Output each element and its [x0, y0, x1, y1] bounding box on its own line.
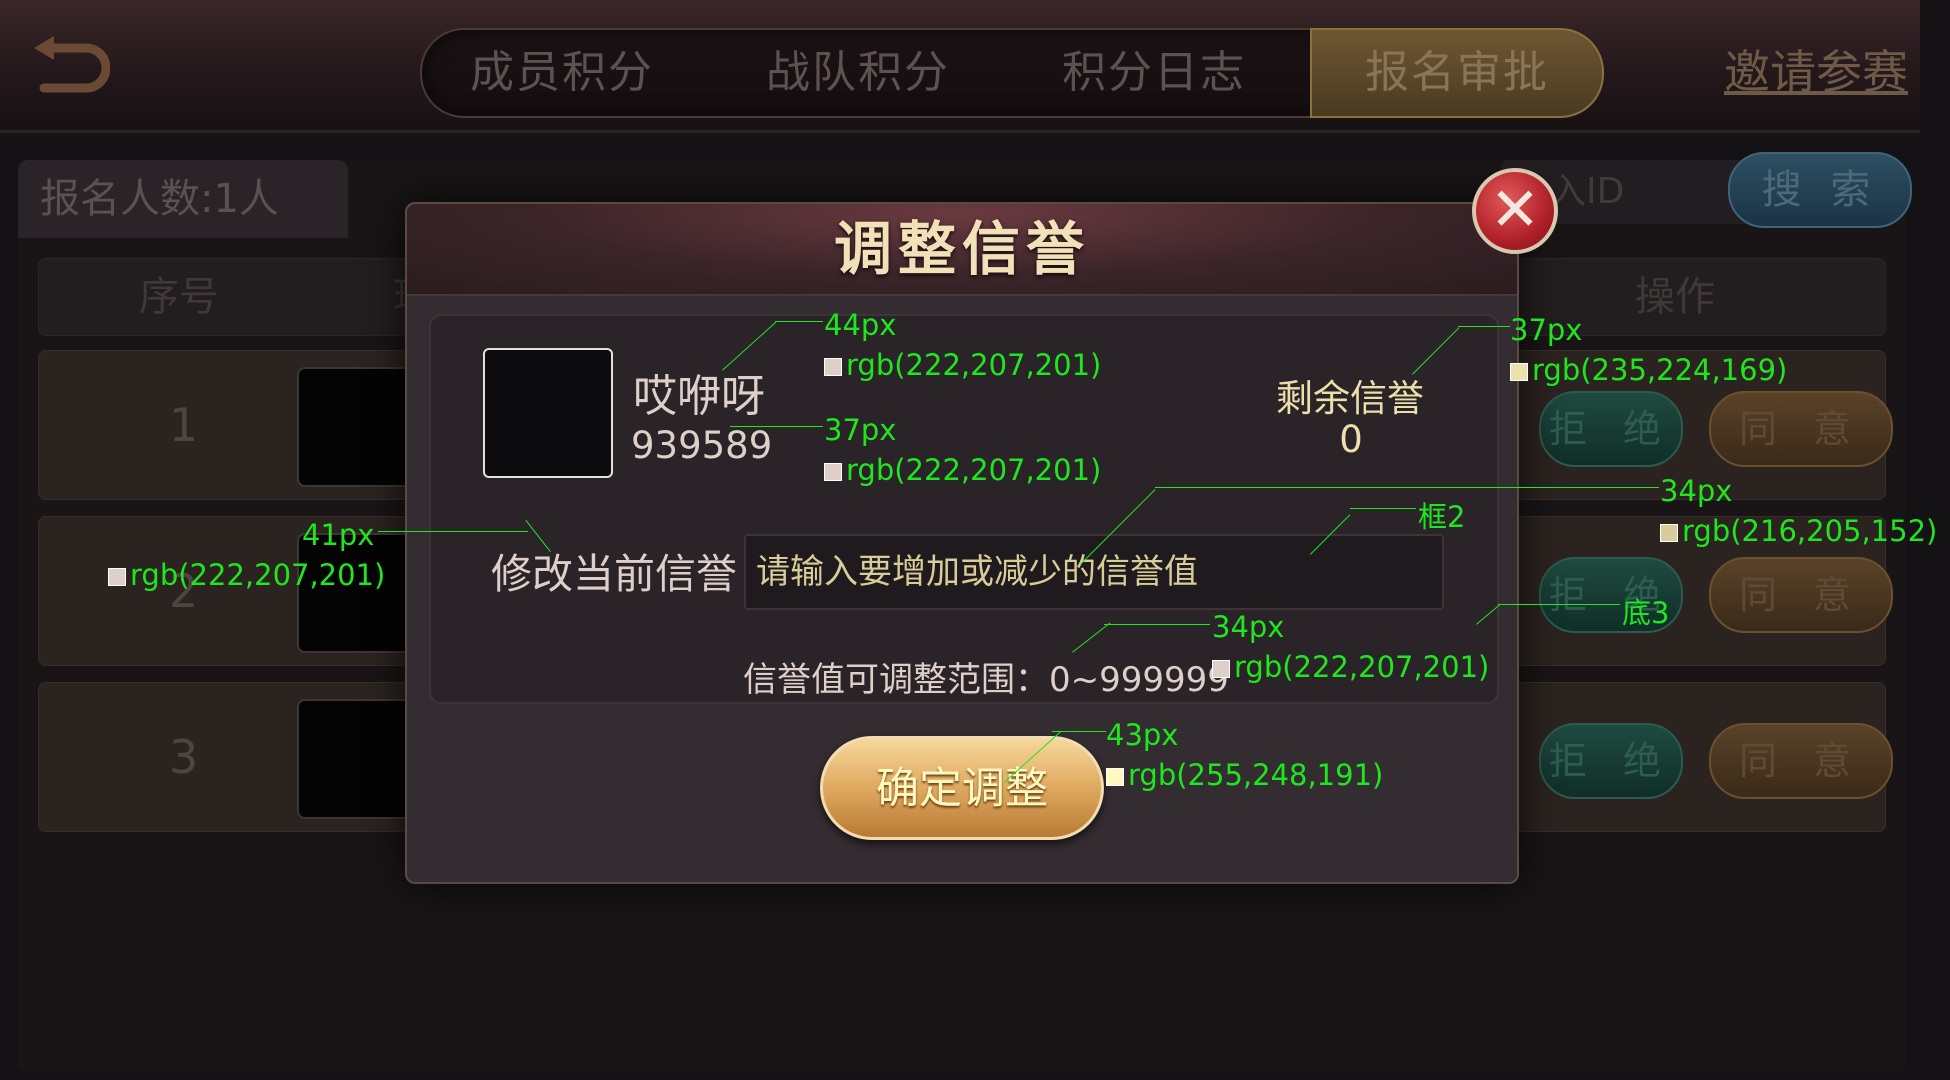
annotation-modify-color-text: rgb(222,207,201): [130, 558, 386, 592]
column-action: 操作: [1635, 274, 1715, 320]
annotation-input-color-text: rgb(216,205,152): [1682, 514, 1938, 548]
annotation-confirm-color: rgb(255,248,191): [1106, 758, 1383, 792]
user-name: 哎咿呀: [633, 371, 765, 422]
annotation-name-color-text: rgb(222,207,201): [846, 348, 1102, 382]
annotation-name-size: 44px: [824, 308, 897, 342]
annotation-modify-size: 41px: [302, 518, 375, 552]
color-swatch: [1510, 363, 1528, 381]
row-index: 3: [169, 730, 199, 784]
reject-button[interactable]: 拒 绝: [1539, 391, 1683, 467]
annotation-confirm-color-text: rgb(255,248,191): [1128, 758, 1384, 792]
annotation-range-color-text: rgb(222,207,201): [1234, 650, 1490, 684]
agree-button[interactable]: 同 意: [1709, 723, 1893, 799]
annotation-bottom-tag: 底3: [1622, 596, 1670, 630]
color-swatch: [1212, 660, 1230, 678]
remaining-credit-value: 0: [1339, 418, 1363, 461]
credit-range-hint: 信誉值可调整范围：0~999999: [743, 660, 1229, 700]
annotation-modify-color: rgb(222,207,201): [108, 558, 385, 592]
credit-amount-input[interactable]: [744, 534, 1444, 610]
annotation-id-color: rgb(222,207,201): [824, 453, 1101, 487]
annotation-remain-size: 37px: [1510, 313, 1583, 347]
annotation-range-color: rgb(222,207,201): [1212, 650, 1489, 684]
reject-button[interactable]: 拒 绝: [1539, 723, 1683, 799]
annotation-leader: [1104, 624, 1210, 625]
tab-team-points[interactable]: 战队积分: [718, 30, 998, 116]
signup-count: 报名人数:1人: [18, 160, 348, 238]
color-swatch: [108, 568, 126, 586]
avatar: [297, 367, 417, 487]
back-arrow-icon[interactable]: [30, 34, 111, 100]
top-bar: 成员积分 战队积分 积分日志 报名审批 邀请参赛: [0, 0, 1920, 133]
annotation-frame-tag: 框2: [1418, 500, 1466, 534]
annotation-leader: [730, 426, 823, 427]
annotation-range-size: 34px: [1212, 610, 1285, 644]
dialog-title: 调整信誉: [833, 215, 1090, 283]
annotation-leader: [378, 531, 528, 532]
color-swatch: [1106, 768, 1124, 786]
annotation-remain-color: rgb(235,224,169): [1510, 353, 1787, 387]
annotation-input-size: 34px: [1660, 474, 1733, 508]
color-swatch: [824, 463, 842, 481]
annotation-id-size: 37px: [824, 413, 897, 447]
user-id: 939589: [631, 424, 773, 467]
color-swatch: [1660, 524, 1678, 542]
avatar: [297, 699, 417, 819]
tab-signup-approval[interactable]: 报名审批: [1310, 28, 1604, 118]
annotation-name-color: rgb(222,207,201): [824, 348, 1101, 382]
avatar: [483, 348, 613, 478]
annotation-leader: [1498, 604, 1620, 605]
confirm-adjust-button[interactable]: 确定调整: [820, 736, 1104, 840]
annotation-id-color-text: rgb(222,207,201): [846, 453, 1102, 487]
annotation-input-color: rgb(216,205,152): [1660, 514, 1937, 548]
annotation-leader: [1350, 508, 1416, 509]
tab-points-log[interactable]: 积分日志: [1014, 30, 1294, 116]
close-x-icon[interactable]: ✕: [1472, 168, 1558, 254]
annotation-leader: [1155, 487, 1659, 488]
column-index: 序号: [139, 274, 219, 320]
search-button[interactable]: 搜 索: [1728, 152, 1912, 228]
annotation-confirm-size: 43px: [1106, 718, 1179, 752]
agree-button[interactable]: 同 意: [1709, 391, 1893, 467]
remaining-credit-label: 剩余信誉: [1276, 377, 1424, 420]
tab-bar: 成员积分 战队积分 积分日志 报名审批: [420, 28, 1604, 118]
modify-credit-label: 修改当前信誉: [491, 550, 737, 598]
agree-button[interactable]: 同 意: [1709, 557, 1893, 633]
annotation-leader: [1458, 326, 1510, 327]
color-swatch: [824, 358, 842, 376]
annotation-leader: [775, 321, 823, 322]
dialog-header: 调整信誉: [407, 204, 1517, 296]
annotation-remain-color-text: rgb(235,224,169): [1532, 353, 1788, 387]
row-index: 1: [169, 398, 199, 452]
invite-link[interactable]: 邀请参赛: [1724, 36, 1908, 102]
tab-member-points[interactable]: 成员积分: [422, 30, 702, 116]
annotation-leader: [1052, 731, 1106, 732]
